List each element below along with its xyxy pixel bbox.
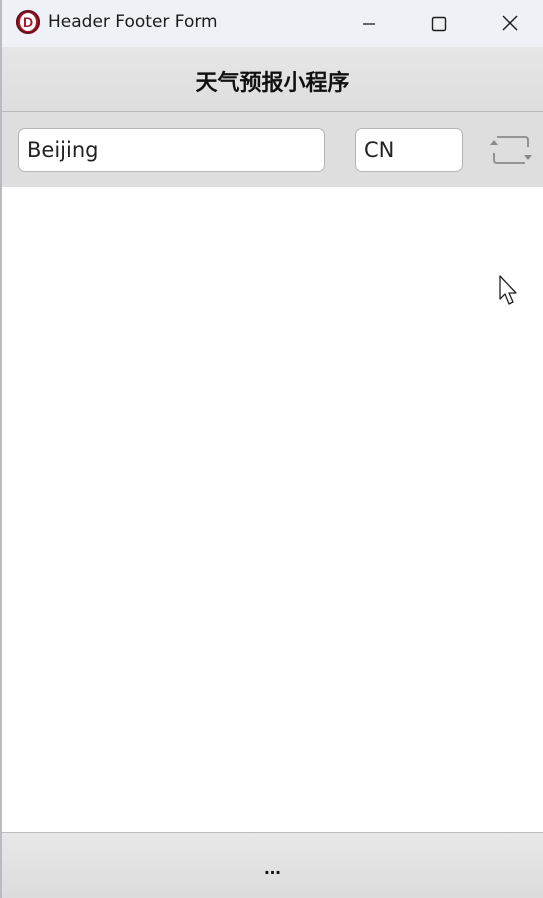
main-content: [2, 187, 543, 832]
close-button[interactable]: [487, 0, 533, 47]
refresh-button[interactable]: [488, 130, 534, 170]
maximize-icon: [431, 16, 447, 32]
mouse-cursor-icon: [499, 275, 517, 305]
title-bar[interactable]: D Header Footer Form: [2, 0, 543, 47]
page-title: 天气预报小程序: [195, 71, 350, 96]
app-icon[interactable]: D: [16, 10, 40, 34]
search-toolbar: [2, 112, 543, 187]
minimize-icon: [363, 23, 375, 25]
window-title: Header Footer Form: [48, 12, 218, 32]
maximize-button[interactable]: [416, 0, 462, 47]
country-code-input[interactable]: [355, 128, 463, 172]
city-input[interactable]: [18, 128, 325, 172]
close-icon: [502, 15, 518, 31]
app-window: D Header Footer Form 天气预报小程序 Beijing CN …: [0, 0, 543, 898]
refresh-icon: [490, 136, 532, 164]
minimize-button[interactable]: [346, 0, 392, 47]
footer-panel: ...: [2, 832, 543, 898]
header-panel: 天气预报小程序: [2, 47, 543, 112]
footer-text: ...: [264, 857, 281, 879]
app-icon-letter: D: [20, 13, 36, 31]
